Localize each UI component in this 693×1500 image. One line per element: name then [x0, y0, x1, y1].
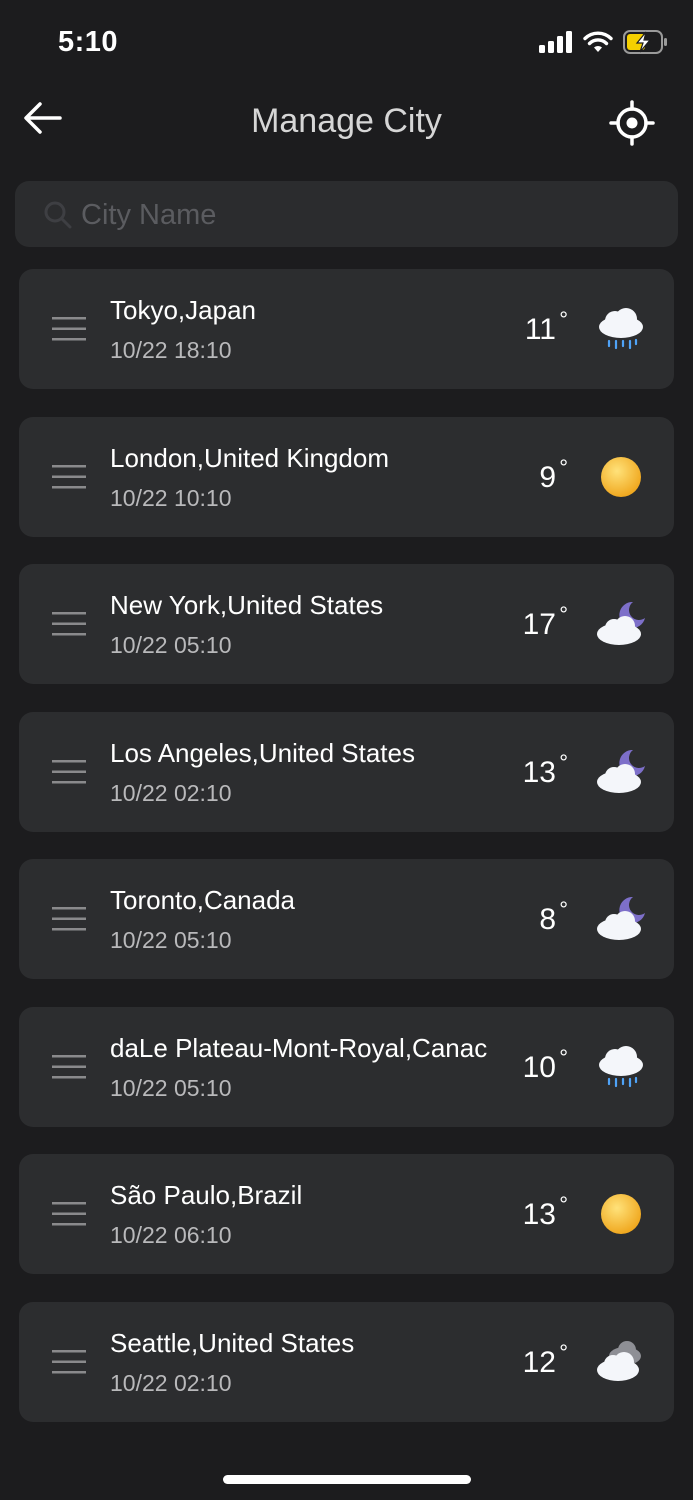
- drag-handle-icon[interactable]: [52, 612, 86, 636]
- rain-cloud-icon: [599, 1045, 643, 1087]
- page-title: Manage City: [251, 102, 442, 140]
- city-card-los-angeles[interactable]: Los Angeles,United States 10/22 02:10 13…: [19, 711, 674, 832]
- temperature: 12 °: [474, 1339, 574, 1382]
- city-card-new-york[interactable]: New York,United States 10/22 05:10 17 °: [19, 564, 674, 684]
- city-local-time: 10/22 06:10: [110, 1222, 232, 1248]
- cloudy-night-icon: [597, 896, 645, 940]
- battery-charging-icon: [623, 30, 667, 54]
- city-local-time: 10/22 02:10: [110, 779, 232, 806]
- degree-symbol: °: [559, 307, 568, 332]
- temperature-value: 13: [522, 1198, 556, 1231]
- drag-handle-icon[interactable]: [52, 1349, 86, 1374]
- search-icon: [44, 201, 72, 229]
- city-name: Tokyo,Japan: [110, 295, 256, 325]
- cloudy-night-icon: [597, 749, 645, 793]
- sun-icon: [601, 456, 641, 497]
- current-location-icon[interactable]: [609, 100, 655, 146]
- status-time: 5:10: [58, 26, 119, 58]
- city-card-le-plateau-mont-royal[interactable]: daLe Plateau-Mont-Royal,Canac 10/22 05:1…: [19, 1006, 674, 1127]
- cloudy-night-icon: [597, 601, 645, 645]
- drag-handle-icon[interactable]: [52, 759, 86, 784]
- rain-cloud-icon: [599, 308, 643, 350]
- drag-handle-icon[interactable]: [52, 1054, 86, 1079]
- city-local-time: 10/22 05:10: [110, 1074, 232, 1101]
- degree-symbol: °: [559, 749, 568, 775]
- degree-symbol: °: [559, 1339, 568, 1365]
- degree-symbol: °: [559, 454, 568, 480]
- city-local-time: 10/22 05:10: [110, 927, 232, 953]
- degree-symbol: °: [559, 602, 568, 627]
- city-name: Toronto,Canada: [110, 885, 296, 915]
- city-name: Los Angeles,United States: [110, 737, 415, 768]
- city-name: São Paulo,Brazil: [110, 1180, 303, 1210]
- city-search-bar[interactable]: [15, 181, 678, 247]
- wifi-icon: [583, 31, 613, 52]
- city-name: London,United Kingdom: [110, 442, 389, 473]
- degree-symbol: °: [559, 1192, 568, 1217]
- city-card-sao-paulo[interactable]: São Paulo,Brazil 10/22 06:10 13 °: [19, 1154, 674, 1274]
- temperature: 13 °: [474, 749, 574, 792]
- status-icons: [539, 30, 669, 54]
- temperature-value: 17: [522, 608, 556, 641]
- drag-handle-icon[interactable]: [52, 464, 86, 489]
- city-card-london[interactable]: London,United Kingdom 10/22 10:10 9 °: [19, 416, 674, 537]
- overcast-cloud-icon: [597, 1340, 641, 1381]
- drag-handle-icon[interactable]: [52, 317, 86, 341]
- city-name: Seattle,United States: [110, 1327, 355, 1358]
- temperature: 9 °: [474, 454, 574, 497]
- city-card-toronto[interactable]: Toronto,Canada 10/22 05:10 8 °: [19, 859, 674, 979]
- home-indicator[interactable]: [223, 1475, 471, 1484]
- city-name-marquee: daLe Plateau-Mont-Royal,Canac: [110, 1032, 488, 1063]
- status-bar: 5:10: [0, 0, 693, 84]
- temperature-value: 10: [522, 1050, 556, 1084]
- temperature: 8 °: [474, 897, 574, 939]
- temperature-value: 9: [539, 460, 556, 494]
- drag-handle-icon[interactable]: [52, 907, 86, 931]
- temperature-value: 13: [522, 755, 556, 789]
- temperature-value: 11: [524, 313, 556, 346]
- city-search-input[interactable]: [79, 191, 663, 239]
- degree-symbol: °: [559, 897, 568, 922]
- sun-icon: [601, 1194, 641, 1234]
- city-name: New York,United States: [110, 590, 384, 620]
- temperature: 17 °: [474, 602, 574, 644]
- city-local-time: 10/22 05:10: [110, 632, 232, 658]
- city-list: Tokyo,Japan 10/22 18:10 11 ° London,Unit…: [19, 269, 674, 1449]
- temperature: 10 °: [474, 1044, 574, 1087]
- temperature: 11 °: [474, 307, 574, 349]
- city-local-time: 10/22 10:10: [110, 484, 232, 511]
- city-card-seattle[interactable]: Seattle,United States 10/22 02:10 12 °: [19, 1301, 674, 1422]
- degree-symbol: °: [559, 1044, 568, 1070]
- city-local-time: 10/22 02:10: [110, 1369, 232, 1396]
- header: Manage City: [0, 84, 693, 168]
- drag-handle-icon[interactable]: [52, 1202, 86, 1226]
- city-card-tokyo[interactable]: Tokyo,Japan 10/22 18:10 11 °: [19, 269, 674, 389]
- city-local-time: 10/22 18:10: [110, 337, 232, 363]
- temperature-value: 12: [522, 1345, 556, 1379]
- cellular-signal-icon: [539, 31, 572, 53]
- temperature-value: 8: [539, 903, 556, 936]
- temperature: 13 °: [474, 1192, 574, 1234]
